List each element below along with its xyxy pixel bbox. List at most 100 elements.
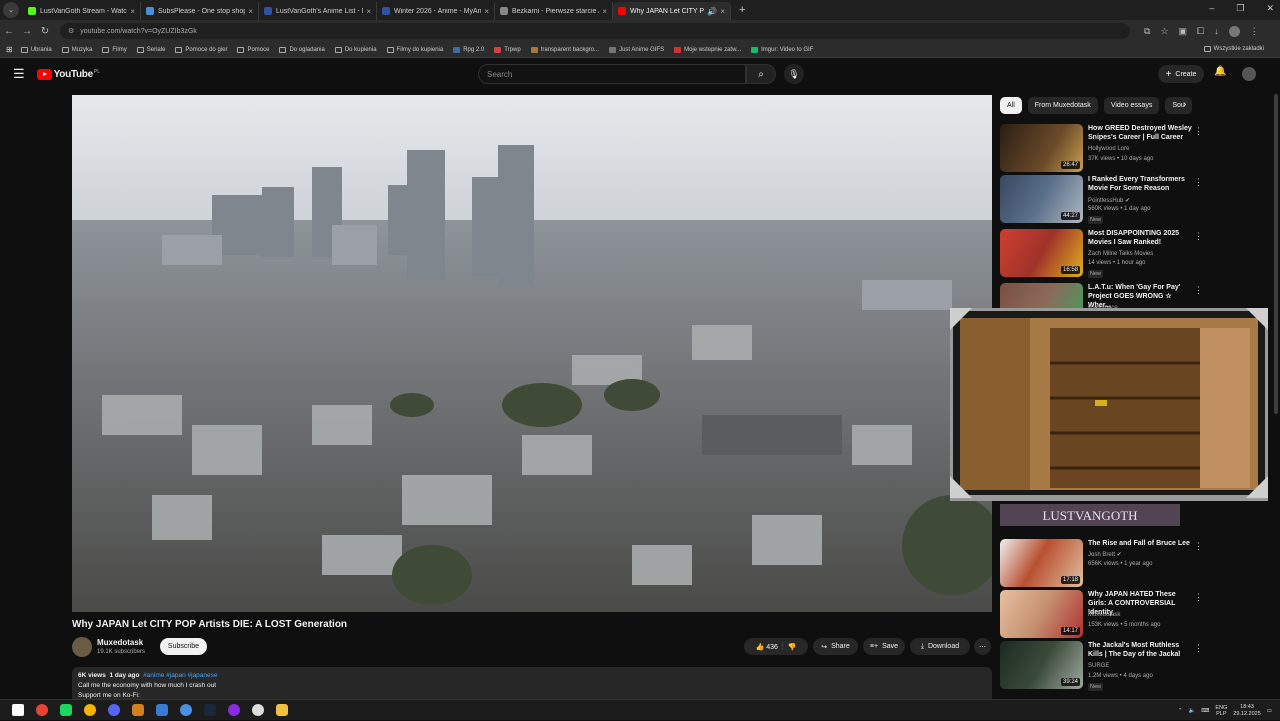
speaker-icon[interactable]: 🔊 — [707, 7, 717, 16]
vlc-icon[interactable] — [132, 704, 144, 716]
page-scrollbar[interactable] — [1272, 90, 1280, 699]
site-info-icon[interactable]: ⚙ — [68, 27, 74, 35]
browser-menu-icon[interactable]: ⋮ — [1250, 26, 1259, 37]
bookmark-link[interactable]: Just Anime GIFS — [609, 46, 664, 53]
save-button[interactable]: ≡+ Save — [863, 638, 905, 655]
chip-video-essays[interactable]: Video essays — [1103, 97, 1160, 114]
search-button[interactable]: ⌕ — [746, 64, 776, 84]
language-indicator[interactable]: ENG PLP — [1215, 705, 1227, 717]
volume-icon[interactable]: 🔈 — [1189, 708, 1196, 714]
like-button[interactable]: 👍 436 — [756, 643, 778, 651]
scrollbar-thumb[interactable] — [1274, 94, 1278, 414]
recommended-video[interactable]: 14:17 Why JAPAN HATED These Girls: A CON… — [1000, 590, 1203, 640]
browser-tab[interactable]: LustVanGoth's Anime List - My × — [259, 2, 377, 20]
recommended-video[interactable]: 17:18 The Rise and Fall of Bruce Lee Jos… — [1000, 539, 1203, 589]
notifications-icon[interactable]: 🔔 — [1214, 66, 1226, 77]
video-thumbnail[interactable]: 16:58 — [1000, 229, 1083, 277]
more-options-icon[interactable]: ⋮ — [1194, 592, 1203, 603]
apps-grid-icon[interactable]: ⊞ — [6, 45, 13, 54]
browser-tab[interactable]: SubsPlease - One stop shop fo × — [141, 2, 259, 20]
bookmark-folder[interactable]: Pomoce do gier — [175, 46, 227, 53]
chip-all[interactable]: All — [1000, 97, 1022, 114]
forward-icon[interactable]: → — [18, 26, 36, 37]
browser-tab[interactable]: Winter 2026 - Anime - MyAnim × — [377, 2, 495, 20]
minimize-icon[interactable]: – — [1209, 3, 1214, 14]
app-icon[interactable] — [252, 704, 264, 716]
tab-search-icon[interactable]: ⌄ — [3, 2, 19, 18]
discord-icon[interactable] — [108, 704, 120, 716]
recommended-video[interactable]: 39:24 The Jackal's Most Ruthless Kills |… — [1000, 641, 1203, 691]
bookmark-folder[interactable]: Do ogladania — [279, 46, 325, 53]
close-icon[interactable]: × — [130, 7, 135, 16]
browser-tab[interactable]: Bezkarni - Pierwsze starcie / Th× — [495, 2, 613, 20]
all-bookmarks[interactable]: Wszystkie zakładki — [1203, 46, 1264, 52]
search-input[interactable]: Search — [478, 64, 746, 84]
more-options-icon[interactable]: ⋮ — [1194, 126, 1203, 137]
chip-sources[interactable]: Sou — [1165, 97, 1192, 114]
bookmark-link[interactable]: Moje wstepnie zatw... — [674, 46, 741, 53]
channel-name[interactable]: Muxedotask — [97, 638, 143, 647]
chip-from-channel[interactable]: From Muxedotask — [1027, 97, 1098, 114]
download-button[interactable]: ⤓ Download — [910, 638, 970, 655]
bookmark-link[interactable]: transparent backgro... — [530, 46, 599, 53]
hashtags[interactable]: #anime #japan #japanese — [143, 672, 217, 679]
steam-icon[interactable] — [204, 704, 216, 716]
bookmark-link[interactable]: Imgur: Video to GIF — [751, 46, 813, 53]
close-icon[interactable]: × — [248, 7, 253, 16]
more-options-icon[interactable]: ⋮ — [1194, 541, 1203, 552]
recommended-video[interactable]: 26:47 How GREED Destroyed Wesley Snipes'… — [1000, 124, 1203, 174]
spotify-icon[interactable] — [60, 704, 72, 716]
app-icon[interactable] — [156, 704, 168, 716]
video-thumbnail[interactable]: 26:47 — [1000, 124, 1083, 172]
more-actions-button[interactable]: ⋯ — [974, 638, 991, 655]
more-options-icon[interactable]: ⋮ — [1194, 643, 1203, 654]
bookmark-link[interactable]: Rpg 2.0 — [453, 46, 484, 53]
new-tab-button[interactable]: + — [739, 4, 745, 16]
video-thumbnail[interactable]: 39:24 — [1000, 641, 1083, 689]
chrome-icon[interactable] — [36, 704, 48, 716]
more-options-icon[interactable]: ⋮ — [1194, 177, 1203, 188]
dislike-button[interactable]: 👎 — [788, 643, 797, 651]
close-window-icon[interactable]: ✕ — [1266, 3, 1274, 14]
extension-icon[interactable]: ▣ — [1179, 26, 1188, 37]
start-icon[interactable] — [12, 704, 24, 716]
close-icon[interactable]: × — [602, 7, 607, 16]
voice-search-button[interactable]: 🎙 — [784, 64, 804, 84]
cast-icon[interactable]: ⧉ — [1144, 26, 1150, 37]
profile-avatar[interactable] — [1228, 25, 1240, 37]
subscribe-button[interactable]: Subscribe — [160, 638, 207, 655]
close-icon[interactable]: × — [484, 7, 489, 16]
menu-icon[interactable]: ☰ — [13, 66, 25, 82]
bookmark-folder[interactable]: Ubrania — [20, 46, 52, 53]
share-button[interactable]: ↪ Share — [813, 638, 858, 655]
back-icon[interactable]: ← — [0, 26, 18, 37]
notification-center-icon[interactable]: ▭ — [1267, 708, 1272, 714]
bookmark-folder[interactable]: Seriale — [136, 46, 165, 53]
url-field[interactable]: ⚙ youtube.com/watch?v=OyZUZIb3zGk — [60, 23, 1130, 39]
youtube-logo[interactable]: YouTube PL — [36, 68, 100, 80]
tray-expand-icon[interactable]: ⌃ — [1178, 708, 1183, 714]
bookmark-folder[interactable]: Muzyka — [61, 46, 92, 53]
browser-tab[interactable]: LustVanGoth Stream - Watch Li× — [23, 2, 141, 20]
clock[interactable]: 18:43 29.12.2025 — [1233, 704, 1261, 717]
recommended-video[interactable]: 16:58 Most DISAPPOINTING 2025 Movies I S… — [1000, 229, 1203, 279]
bookmark-folder[interactable]: Pomoce — [237, 46, 269, 53]
video-thumbnail[interactable]: 44:27 — [1000, 175, 1083, 223]
extensions-puzzle-icon[interactable]: ⧠ — [1197, 26, 1204, 37]
file-explorer-icon[interactable] — [276, 704, 288, 716]
bookmark-folder[interactable]: Filmy — [102, 46, 127, 53]
norton-icon[interactable] — [84, 704, 96, 716]
video-thumbnail[interactable]: 14:17 — [1000, 590, 1083, 638]
account-avatar[interactable] — [1242, 67, 1256, 81]
browser-tab-active[interactable]: Why JAPAN Let CITY POP A🔊× — [613, 2, 731, 20]
bookmark-link[interactable]: Trpwp — [494, 46, 521, 53]
browser-icon[interactable] — [180, 704, 192, 716]
more-options-icon[interactable]: ⋮ — [1194, 285, 1203, 296]
close-icon[interactable]: × — [720, 7, 725, 16]
recommended-video[interactable]: 44:27 I Ranked Every Transformers Movie … — [1000, 175, 1203, 225]
bookmark-folder[interactable]: Filmy do kupienia — [386, 46, 443, 53]
chevron-right-icon[interactable]: › — [1183, 99, 1186, 110]
network-icon[interactable]: ⌨ — [1201, 708, 1209, 714]
download-icon[interactable]: ↓ — [1214, 26, 1219, 36]
channel-avatar[interactable] — [72, 637, 92, 657]
